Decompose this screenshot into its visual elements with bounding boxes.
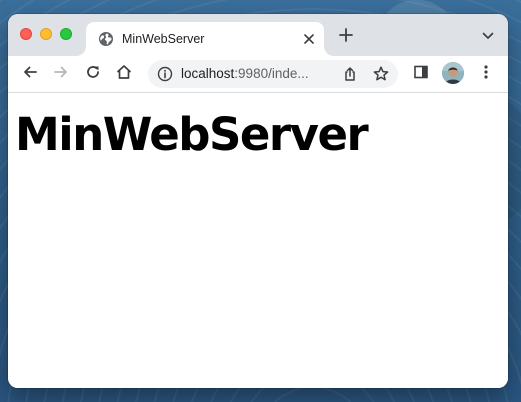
- new-tab-button[interactable]: [336, 27, 356, 47]
- close-icon[interactable]: [300, 30, 318, 48]
- star-icon[interactable]: [372, 65, 390, 83]
- tab-strip: MinWebServer: [8, 14, 508, 56]
- page-content: MinWebServer: [8, 93, 508, 388]
- page-title: MinWebServer: [15, 108, 369, 161]
- address-bar[interactable]: localhost:9980/inde...: [148, 60, 398, 88]
- avatar[interactable]: [442, 62, 464, 84]
- browser-toolbar: localhost:9980/inde...: [8, 56, 508, 93]
- side-panel-icon: [413, 64, 429, 85]
- plus-icon: [339, 27, 353, 47]
- tab-title: MinWebServer: [122, 32, 205, 46]
- globe-icon: [98, 31, 114, 47]
- tab-active[interactable]: MinWebServer: [86, 22, 324, 56]
- window-close-button[interactable]: [20, 28, 32, 40]
- forward-button[interactable]: [51, 64, 71, 84]
- browser-window: MinWebServer localhost:9980/inde... MinW…: [8, 14, 508, 388]
- menu-button[interactable]: [476, 64, 496, 84]
- arrow-right-icon: [53, 64, 69, 85]
- reload-icon: [85, 64, 101, 85]
- share-icon[interactable]: [342, 66, 358, 82]
- chevron-down-icon: [482, 27, 494, 45]
- url-text[interactable]: localhost:9980/inde...: [181, 66, 309, 82]
- window-maximize-button[interactable]: [60, 28, 72, 40]
- kebab-menu-icon: [484, 64, 488, 85]
- reload-button[interactable]: [83, 64, 103, 84]
- tab-search-button[interactable]: [480, 28, 496, 44]
- arrow-left-icon: [22, 64, 38, 85]
- url-host: localhost: [181, 66, 235, 81]
- info-icon[interactable]: [157, 66, 173, 82]
- back-button[interactable]: [20, 64, 40, 84]
- home-icon: [116, 64, 132, 85]
- side-panel-button[interactable]: [411, 64, 431, 84]
- window-minimize-button[interactable]: [40, 28, 52, 40]
- url-path: :9980/inde...: [234, 66, 309, 81]
- home-button[interactable]: [114, 64, 134, 84]
